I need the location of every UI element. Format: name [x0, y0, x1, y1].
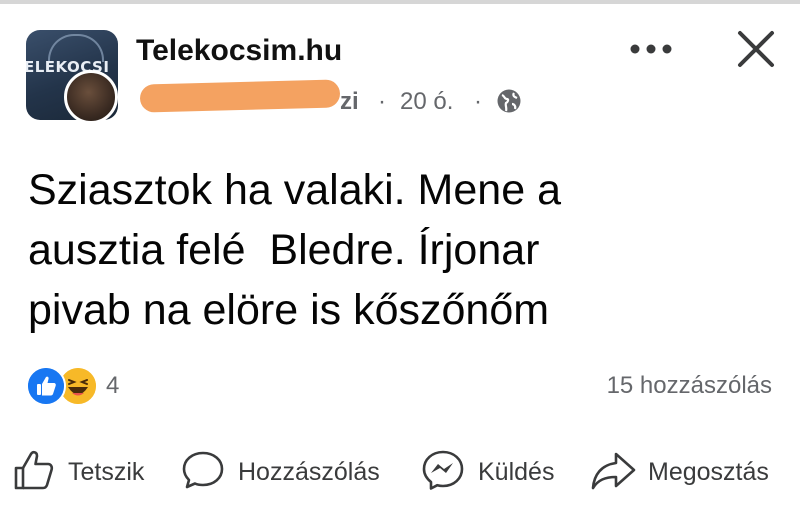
- post-text: Sziasztok ha valaki. Mene a ausztia felé…: [28, 160, 768, 340]
- like-icon: [26, 366, 66, 406]
- action-bar: Tetszik Hozzászólás Küldés Megosztás: [0, 440, 800, 500]
- group-name[interactable]: Telekocsim.hu: [136, 34, 342, 68]
- comment-count[interactable]: 15 hozzászólás: [607, 372, 772, 400]
- meta-separator: ·: [378, 88, 386, 115]
- author-name-tail[interactable]: zi: [340, 88, 359, 116]
- reaction-count: 4: [106, 372, 120, 399]
- more-horizontal-icon[interactable]: [628, 42, 674, 56]
- thumbs-up-icon: [14, 450, 54, 490]
- post-text-line: ausztia felé Bledre. Írjonar: [28, 226, 540, 274]
- messenger-icon: [422, 450, 464, 490]
- post-time[interactable]: 20 ó.: [400, 88, 453, 116]
- globe-icon: [497, 89, 521, 113]
- like-label: Tetszik: [68, 458, 145, 486]
- author-avatar[interactable]: [64, 70, 118, 124]
- meta-separator: ·: [474, 88, 482, 115]
- send-label: Küldés: [478, 458, 555, 486]
- close-icon[interactable]: [737, 30, 775, 68]
- share-label: Megosztás: [648, 458, 769, 486]
- post-text-line: pivab na elöre is kőszőnőm: [28, 286, 550, 334]
- post-text-line: Sziasztok ha valaki. Mene a: [28, 166, 561, 214]
- comment-bubble-icon: [182, 451, 224, 489]
- author-name-redacted: [139, 79, 341, 113]
- comment-label: Hozzászólás: [238, 458, 380, 486]
- top-divider: [0, 0, 800, 4]
- share-arrow-icon: [591, 452, 636, 490]
